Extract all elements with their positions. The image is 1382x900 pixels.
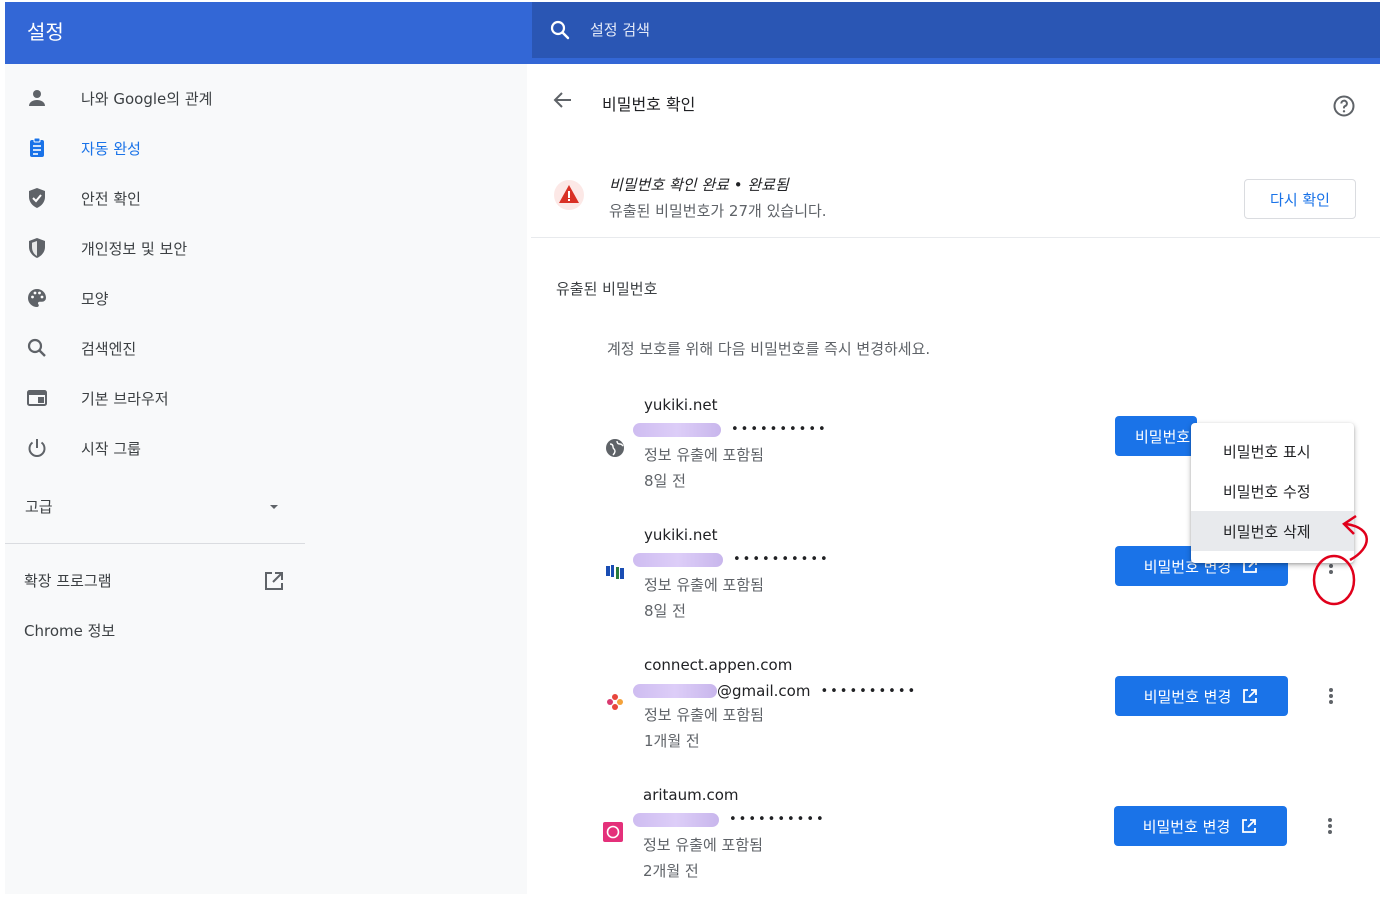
list-item: aritaum.com •••••••••• 정보 유출에 포함됨 2개월 전 …	[531, 786, 1380, 896]
clipboard-icon	[30, 137, 44, 157]
credential-login: ••••••••••	[633, 422, 828, 437]
app-title: 설정	[27, 20, 64, 44]
password-mask: ••••••••••	[729, 812, 826, 827]
site-name: yukiki.net	[644, 396, 718, 414]
credential-login: @gmail.com ••••••••••	[633, 682, 917, 700]
page-title: 비밀번호 확인	[602, 95, 696, 114]
section-title: 유출된 비밀번호	[556, 280, 658, 298]
more-actions-button[interactable]	[1318, 814, 1342, 838]
globe-icon	[606, 439, 624, 457]
leak-status: 정보 유출에 포함됨	[644, 576, 764, 594]
check-status-description: 유출된 비밀번호가 27개 있습니다.	[609, 202, 827, 220]
password-mask: ••••••••••	[820, 683, 918, 699]
browser-icon	[27, 390, 47, 406]
sidebar-item-on-startup[interactable]: 시작 그룹	[5, 428, 527, 468]
chevron-down-icon	[270, 505, 278, 509]
more-vert-icon	[1329, 688, 1333, 704]
recheck-button[interactable]: 다시 확인	[1244, 179, 1356, 219]
aritaum-favicon-icon	[603, 822, 623, 842]
appen-favicon-icon	[607, 694, 623, 710]
leak-status: 정보 유출에 포함됨	[644, 706, 764, 724]
more-actions-button[interactable]	[1319, 684, 1343, 708]
search-input[interactable]	[590, 16, 1290, 44]
list-item: connect.appen.com @gmail.com •••••••••• …	[531, 656, 1380, 766]
sidebar: 나와 Google의 관계 자동 완성 안전 확인 개인정보 및 보안 모양 검…	[5, 64, 527, 894]
sidebar-item-extensions[interactable]: 확장 프로그램	[5, 560, 305, 600]
sidebar-item-label: 기본 브라우저	[81, 389, 169, 408]
change-password-label: 비밀번호 변경	[1143, 687, 1232, 706]
menu-item-delete-password[interactable]: 비밀번호 삭제	[1191, 511, 1354, 551]
search-icon	[27, 338, 46, 357]
person-icon	[29, 90, 45, 106]
sidebar-item-safety-check[interactable]: 안전 확인	[5, 178, 527, 218]
search-icon[interactable]	[548, 18, 572, 42]
search-bar[interactable]	[532, 2, 1380, 58]
sidebar-item-label: 나와 Google의 관계	[81, 89, 213, 108]
sidebar-item-privacy[interactable]: 개인정보 및 보안	[5, 228, 527, 268]
sidebar-item-you-and-google[interactable]: 나와 Google의 관계	[5, 78, 527, 118]
external-link-icon	[1242, 819, 1257, 833]
sidebar-divider	[5, 543, 305, 544]
change-password-label: 비밀번호	[1135, 427, 1191, 446]
sidebar-item-default-browser[interactable]: 기본 브라우저	[5, 378, 527, 418]
sidebar-item-autofill[interactable]: 자동 완성	[5, 128, 527, 168]
power-icon	[28, 439, 46, 457]
check-status-title: 비밀번호 확인 완료 • 완료됨	[609, 176, 789, 194]
blurred-username	[633, 552, 723, 567]
leak-time: 8일 전	[644, 602, 686, 620]
blurred-username	[633, 812, 719, 827]
username-suffix: @gmail.com	[717, 682, 811, 700]
sidebar-advanced-toggle[interactable]: 고급	[5, 486, 527, 526]
sidebar-item-label: 자동 완성	[81, 139, 141, 158]
menu-item-edit-password[interactable]: 비밀번호 수정	[1191, 471, 1354, 511]
password-action-menu: 비밀번호 표시 비밀번호 수정 비밀번호 삭제	[1191, 423, 1354, 563]
leak-status: 정보 유출에 포함됨	[643, 836, 763, 854]
change-password-button[interactable]: 비밀번호 변경	[1114, 806, 1287, 846]
sidebar-item-about-chrome[interactable]: Chrome 정보	[5, 610, 305, 650]
change-password-label: 비밀번호 변경	[1142, 817, 1231, 836]
palette-icon	[27, 289, 46, 307]
check-status-row: 비밀번호 확인 완료 • 완료됨 유출된 비밀번호가 27개 있습니다. 다시 …	[531, 164, 1380, 238]
password-mask: ••••••••••	[733, 552, 830, 567]
external-link-icon	[265, 572, 283, 590]
password-mask: ••••••••••	[731, 422, 828, 437]
warning-icon	[554, 180, 584, 210]
leak-time: 2개월 전	[643, 862, 699, 880]
credential-login: ••••••••••	[633, 552, 830, 567]
change-password-button[interactable]: 비밀번호	[1115, 416, 1197, 456]
sidebar-item-search-engine[interactable]: 검색엔진	[5, 328, 527, 368]
site-name: connect.appen.com	[644, 656, 793, 674]
site-name: aritaum.com	[643, 786, 739, 804]
leak-status: 정보 유출에 포함됨	[644, 446, 764, 464]
advanced-label: 고급	[25, 497, 53, 516]
site-favicon-icon	[606, 565, 624, 579]
more-vert-icon	[1328, 818, 1332, 834]
shield-check-icon	[29, 188, 45, 208]
credential-login: ••••••••••	[633, 812, 826, 827]
leak-time: 8일 전	[644, 472, 686, 490]
external-link-icon	[1243, 689, 1258, 703]
section-description: 계정 보호를 위해 다음 비밀번호를 즉시 변경하세요.	[607, 340, 931, 358]
sidebar-item-label: 안전 확인	[81, 189, 141, 208]
sidebar-item-label: 시작 그룹	[81, 439, 141, 458]
leak-time: 1개월 전	[644, 732, 700, 750]
menu-item-show-password[interactable]: 비밀번호 표시	[1191, 431, 1354, 471]
sidebar-item-label: 검색엔진	[81, 339, 137, 358]
back-arrow-icon[interactable]	[551, 88, 575, 112]
sidebar-item-label: 모양	[81, 289, 109, 308]
sidebar-item-appearance[interactable]: 모양	[5, 278, 527, 318]
sidebar-item-label: 개인정보 및 보안	[81, 239, 188, 258]
blurred-username	[633, 422, 721, 437]
blurred-username	[633, 684, 717, 698]
about-chrome-label: Chrome 정보	[24, 621, 116, 640]
help-icon[interactable]	[1332, 94, 1356, 118]
site-name: yukiki.net	[644, 526, 718, 544]
extensions-label: 확장 프로그램	[24, 571, 112, 590]
change-password-button[interactable]: 비밀번호 변경	[1115, 676, 1288, 716]
shield-icon	[29, 238, 45, 258]
